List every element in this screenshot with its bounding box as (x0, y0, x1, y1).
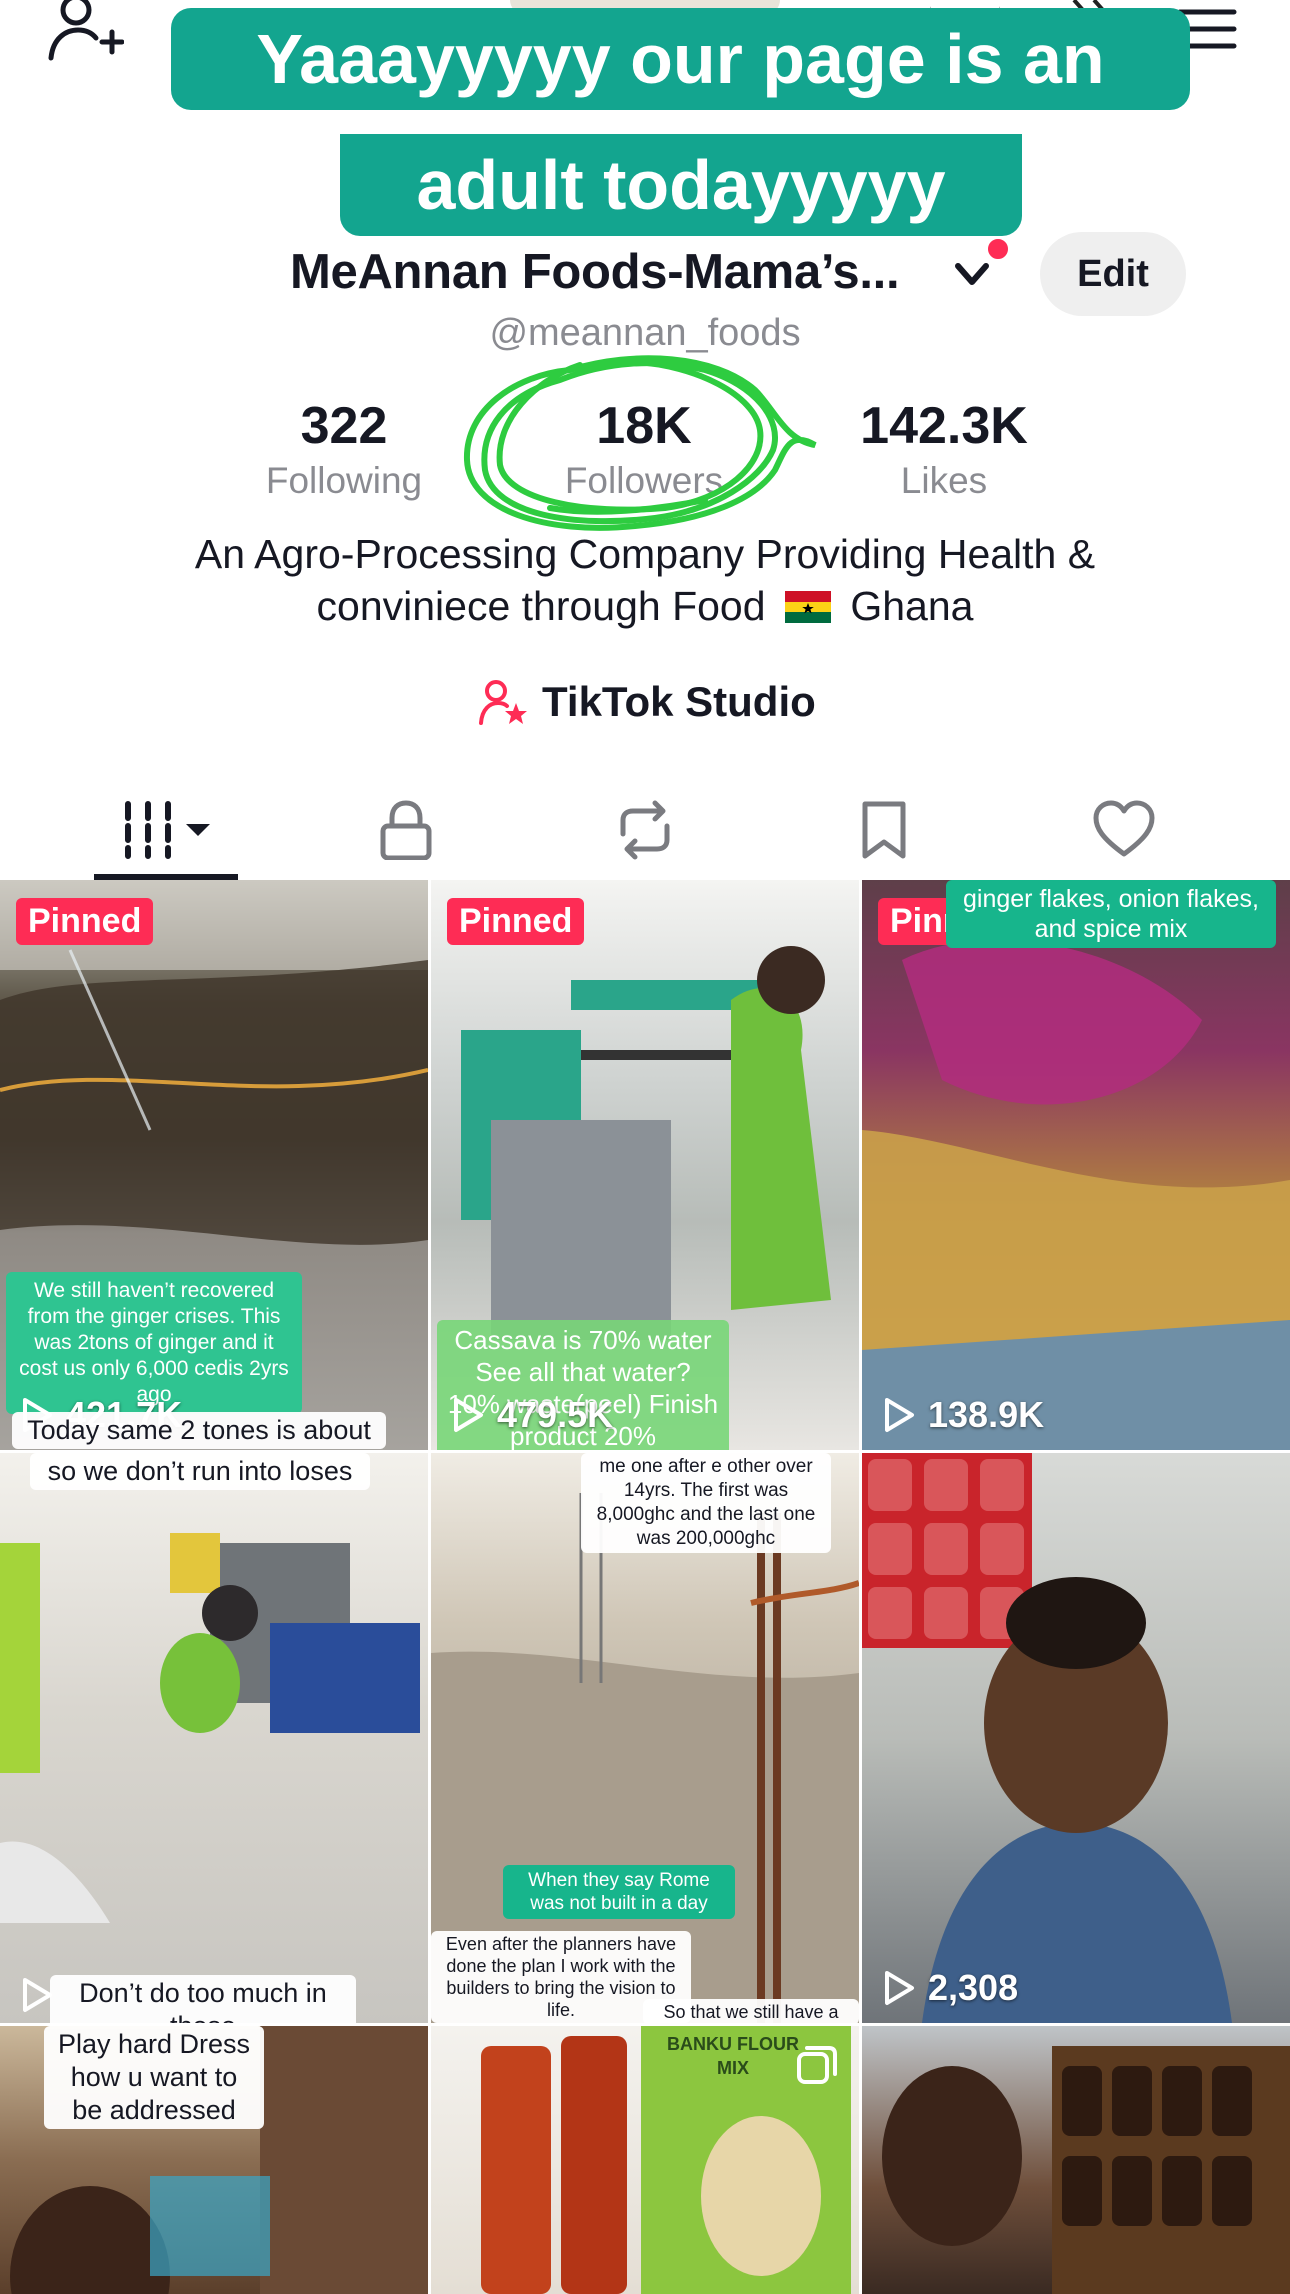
tab-reposts[interactable] (575, 778, 715, 882)
thumbnail-image (862, 1453, 1232, 2023)
play-icon (885, 1971, 914, 2005)
tab-liked[interactable] (1054, 778, 1194, 882)
following-label: Following (265, 460, 423, 501)
add-user-icon[interactable] (46, 0, 124, 62)
chevron-down-icon[interactable] (950, 256, 994, 290)
thumbnail-image (0, 1533, 420, 1923)
heart-icon (1093, 800, 1155, 857)
profile-tabs (0, 778, 1290, 882)
video-tile[interactable]: BANKU FLOUR MIX (431, 2026, 859, 2294)
video-caption-overlay: So that we still have a (643, 1999, 859, 2023)
video-tile[interactable]: Pinned Cassava is 70% water See all that… (431, 880, 859, 1450)
video-caption-overlay: Don’t do too much in these (50, 1975, 356, 2023)
video-caption-overlay: Today same 2 tones is about (12, 1412, 386, 1449)
edit-profile-button[interactable]: Edit (1040, 232, 1186, 316)
video-tile[interactable]: Pinned We still haven’t recovered from t… (0, 880, 428, 1450)
video-caption-overlay: so we don’t run into loses (30, 1453, 370, 1490)
video-tile[interactable]: Play hard Dress how u want to be address… (0, 2026, 428, 2294)
video-caption-overlay: We still haven’t recovered from the ging… (6, 1272, 302, 1414)
followers-label: Followers (564, 460, 724, 501)
video-caption-overlay: me one after e other over 14yrs. The fir… (581, 1453, 831, 1553)
following-count: 322 (300, 397, 388, 455)
tiktok-studio-link[interactable]: TikTok Studio (478, 672, 816, 732)
profile-bio: An Agro-Processing Company Providing Hea… (0, 528, 1290, 632)
profile-handle: @meannan_foods (489, 312, 801, 354)
video-caption-overlay: Play hard Dress how u want to be address… (44, 2026, 264, 2129)
profile-name-row: MeAnnan Foods-Mama’s... Edit (0, 232, 1290, 316)
profile-stats: 322 Following 18K Followers 142.3K Likes (0, 396, 1290, 506)
caption-line-1: Yaaayyyyy our page is an (171, 8, 1190, 110)
video-grid: Pinned We still haven’t recovered from t… (0, 880, 1290, 2294)
tab-private[interactable] (336, 778, 476, 882)
repost-icon (620, 800, 670, 860)
view-count-label: 138.9K (928, 1394, 1045, 1435)
video-tile[interactable]: so we don’t run into loses Don’t do too … (0, 1453, 428, 2023)
view-count: 138.9K (878, 1394, 1044, 1436)
likes-count: 142.3K (860, 397, 1028, 455)
lock-icon (380, 800, 432, 860)
stat-following[interactable]: 322 Following (234, 396, 454, 506)
view-count: 2,308 (878, 1967, 1018, 2009)
tiktok-studio-label: TikTok Studio (542, 678, 816, 725)
thumbnail-image (862, 940, 1290, 1450)
caption-line-2: adult todayyyyy (340, 134, 1022, 236)
tab-videos[interactable] (96, 778, 236, 882)
view-count-label: 479.5K (497, 1394, 614, 1435)
bio-line-2-text: conviniece through Food (316, 583, 766, 629)
followers-count: 18K (596, 397, 692, 455)
video-tile[interactable] (862, 2026, 1290, 2294)
tab-favorites[interactable] (814, 778, 954, 882)
stat-followers[interactable]: 18K Followers (534, 396, 754, 506)
tiktok-studio-icon (479, 680, 527, 725)
pinned-badge: Pinned (447, 898, 585, 945)
play-icon (454, 1398, 483, 1432)
bookmark-icon (862, 801, 906, 859)
video-caption-overlay: When they say Rome was not built in a da… (503, 1865, 735, 1919)
video-tile[interactable]: Pinned ginger flakes, onion flakes, and … (862, 880, 1290, 1450)
likes-label: Likes (900, 460, 988, 501)
videos-grid-icon (125, 801, 210, 859)
thumbnail-image (882, 2046, 1290, 2294)
pinned-badge: Pinned (16, 898, 154, 945)
play-icon (885, 1398, 914, 1432)
view-count-label: 2,308 (928, 1967, 1019, 2008)
bio-country: Ghana (850, 583, 974, 629)
video-caption-overlay: ginger flakes, onion flakes, and spice m… (946, 880, 1276, 948)
bio-line-1: An Agro-Processing Company Providing Hea… (194, 531, 1096, 577)
video-tile[interactable]: me one after e other over 14yrs. The fir… (431, 1453, 859, 2023)
video-tile[interactable]: 2,308 (862, 1453, 1290, 2023)
ghana-flag-icon (784, 591, 831, 623)
stat-likes[interactable]: 142.3K Likes (834, 396, 1054, 506)
view-count: 479.5K (447, 1394, 613, 1436)
multi-photo-icon (797, 2046, 837, 2084)
bio-line-2: conviniece through Food Ghana (0, 580, 1290, 632)
notification-dot (985, 236, 1011, 262)
profile-name[interactable]: MeAnnan Foods-Mama’s... (290, 244, 900, 300)
